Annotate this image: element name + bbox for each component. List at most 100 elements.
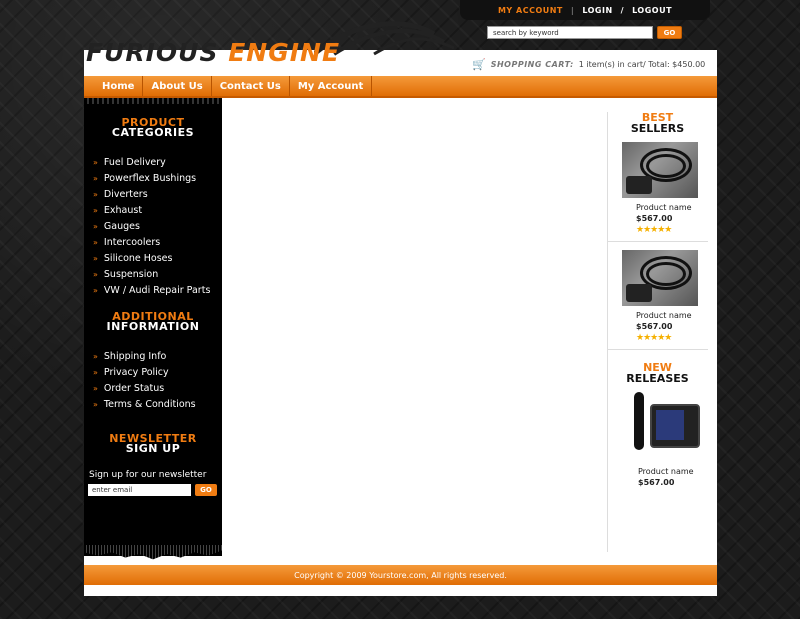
product-image-hose[interactable] xyxy=(622,142,698,198)
product-name[interactable]: Product name xyxy=(636,203,707,212)
kit-box-shape xyxy=(656,410,684,440)
info-label: Terms & Conditions xyxy=(103,398,196,410)
newsletter-form: GO xyxy=(84,484,222,496)
best-sellers-line2: SELLERS xyxy=(630,122,685,135)
star-rating: ★★★★★ xyxy=(636,333,672,343)
hose-fitting-shape xyxy=(626,176,652,194)
cart-label: SHOPPING CART: xyxy=(490,60,574,69)
chevron-right-icon: » xyxy=(93,237,98,247)
info-list: » Shipping Info » Privacy Policy » Order St… xyxy=(84,348,222,412)
product-name[interactable]: Product name xyxy=(636,311,707,320)
cart-icon: 🛒 xyxy=(472,58,486,71)
new-releases-heading: NEW RELEASES xyxy=(608,362,707,384)
newsletter-text: Sign up for our newsletter xyxy=(89,470,207,480)
search-go-button[interactable]: GO xyxy=(657,26,682,39)
category-item[interactable]: » VW / Audi Repair Parts xyxy=(93,282,222,298)
chevron-right-icon: » xyxy=(93,285,98,295)
hose-coil-shape xyxy=(646,154,686,178)
new-release-product[interactable]: Product name $567.00 xyxy=(608,392,707,487)
right-sidebar: BEST SELLERS Product name $567.00 ★★★★★ … xyxy=(607,112,708,552)
newsletter-go-button[interactable]: GO xyxy=(195,484,217,496)
chevron-right-icon: » xyxy=(93,157,98,167)
category-item[interactable]: » Suspension xyxy=(93,266,222,282)
product-image-kit[interactable] xyxy=(628,392,704,462)
category-item[interactable]: » Gauges xyxy=(93,218,222,234)
my-account-link[interactable]: MY ACCOUNT xyxy=(498,6,563,15)
info-item[interactable]: » Privacy Policy xyxy=(93,364,222,380)
nav-home[interactable]: Home xyxy=(94,76,144,96)
left-sidebar: PRODUCT CATEGORIES » Fuel Delivery » Power… xyxy=(84,104,222,556)
hose-coil-shape xyxy=(646,262,686,286)
category-item[interactable]: » Powerflex Bushings xyxy=(93,170,222,186)
category-item[interactable]: » Exhaust xyxy=(93,202,222,218)
chevron-right-icon: » xyxy=(93,205,98,215)
info-item[interactable]: » Shipping Info xyxy=(93,348,222,364)
category-item[interactable]: » Diverters xyxy=(93,186,222,202)
info-label: Order Status xyxy=(103,382,165,394)
logo-text: FURIOUS ENGINE xyxy=(86,38,340,67)
chevron-right-icon: » xyxy=(93,189,98,199)
hose-fitting-shape xyxy=(626,284,652,302)
category-label: Diverters xyxy=(103,188,148,200)
product-name[interactable]: Product name xyxy=(638,467,707,476)
product-price: $567.00 xyxy=(636,214,673,223)
cart-summary: 1 item(s) in cart/ Total: $450.00 xyxy=(578,60,706,69)
category-label: Silicone Hoses xyxy=(103,252,173,264)
category-item[interactable]: » Silicone Hoses xyxy=(93,250,222,266)
info-heading: ADDITIONAL INFORMATION xyxy=(84,311,222,333)
chevron-right-icon: » xyxy=(93,173,98,183)
category-label: VW / Audi Repair Parts xyxy=(103,284,211,296)
logout-link[interactable]: LOGOUT xyxy=(632,6,672,15)
logo-engine: ENGINE xyxy=(228,38,341,67)
chevron-right-icon: » xyxy=(93,253,98,263)
category-label: Powerflex Bushings xyxy=(103,172,197,184)
category-item[interactable]: » Fuel Delivery xyxy=(93,154,222,170)
chevron-right-icon: » xyxy=(93,269,98,279)
category-label: Gauges xyxy=(103,220,140,232)
info-item[interactable]: » Order Status xyxy=(93,380,222,396)
best-seller-product[interactable]: Product name $567.00 ★★★★★ xyxy=(608,142,707,235)
nav-contact-us[interactable]: Contact Us xyxy=(212,76,290,96)
shopping-cart-summary[interactable]: 🛒 SHOPPING CART: 1 item(s) in cart/ Tota… xyxy=(472,58,705,71)
best-seller-product[interactable]: Product name $567.00 ★★★★★ xyxy=(608,250,707,343)
footer: Copyright © 2009 Yourstore.com, All righ… xyxy=(84,565,717,585)
chevron-right-icon: » xyxy=(93,399,98,409)
newsletter-heading-line2: SIGN UP xyxy=(125,442,181,455)
category-item[interactable]: » Intercoolers xyxy=(93,234,222,250)
categories-heading-line2: CATEGORIES xyxy=(111,126,195,139)
info-heading-line2: INFORMATION xyxy=(106,320,200,333)
category-label: Fuel Delivery xyxy=(103,156,166,168)
info-label: Privacy Policy xyxy=(103,366,169,378)
category-label: Suspension xyxy=(103,268,159,280)
copyright-text: Copyright © 2009 Yourstore.com, All righ… xyxy=(294,570,507,580)
chevron-right-icon: » xyxy=(93,351,98,361)
best-sellers-heading: BEST SELLERS xyxy=(608,112,707,134)
product-image-hose[interactable] xyxy=(622,250,698,306)
info-item[interactable]: » Terms & Conditions xyxy=(93,396,222,412)
kit-bulb-shape xyxy=(634,392,644,450)
newsletter-heading: NEWSLETTER SIGN UP xyxy=(84,433,222,455)
logo-furious: FURIOUS xyxy=(86,38,219,67)
category-list: » Fuel Delivery » Powerflex Bushings » Dive… xyxy=(84,154,222,298)
slash-separator: / xyxy=(620,5,625,15)
new-releases-line2: RELEASES xyxy=(626,372,689,385)
category-label: Intercoolers xyxy=(103,236,161,248)
product-price: $567.00 xyxy=(638,478,675,487)
main-nav: Home About Us Contact Us My Account xyxy=(84,76,717,98)
separator: | xyxy=(570,5,575,15)
nav-my-account[interactable]: My Account xyxy=(290,76,373,96)
newsletter-email-input[interactable] xyxy=(88,484,191,496)
search-bar: GO xyxy=(487,26,682,39)
chevron-right-icon: » xyxy=(93,367,98,377)
product-price: $567.00 xyxy=(636,322,673,331)
categories-heading: PRODUCT CATEGORIES xyxy=(84,117,222,139)
divider xyxy=(608,241,708,242)
nav-about-us[interactable]: About Us xyxy=(143,76,212,96)
chevron-right-icon: » xyxy=(93,383,98,393)
login-link[interactable]: LOGIN xyxy=(582,6,612,15)
site-logo[interactable]: FURIOUS ENGINE xyxy=(84,16,464,67)
star-rating: ★★★★★ xyxy=(636,225,672,235)
search-input[interactable] xyxy=(487,26,653,39)
chevron-right-icon: » xyxy=(93,221,98,231)
category-label: Exhaust xyxy=(103,204,143,216)
